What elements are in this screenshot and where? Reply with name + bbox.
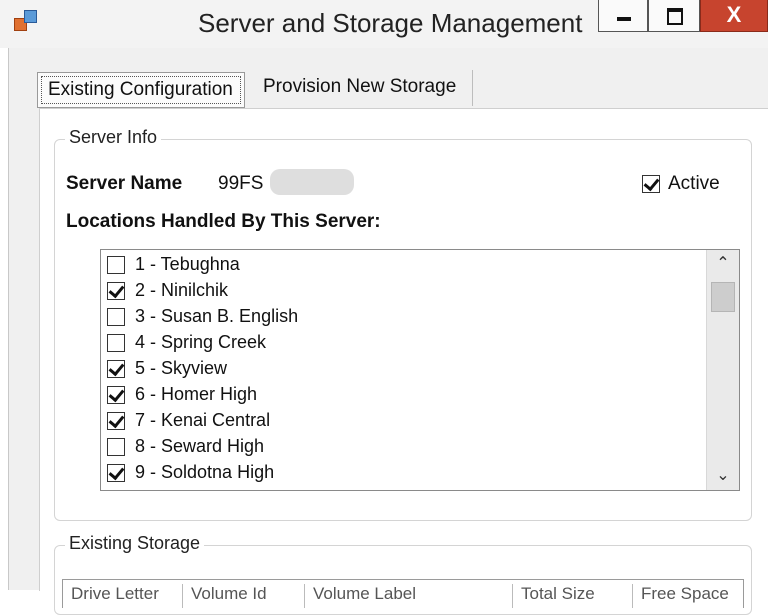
app-windows-icon[interactable] [14, 10, 38, 32]
window-title: Server and Storage Management [198, 8, 583, 38]
checkbox[interactable] [107, 281, 125, 300]
minimize-button[interactable] [598, 0, 648, 32]
checkbox[interactable] [107, 385, 125, 404]
list-item[interactable]: 3 - Susan B. English [107, 306, 298, 332]
column-header-free-space[interactable]: Free Space [633, 584, 743, 608]
list-item[interactable]: 5 - Skyview [107, 358, 227, 384]
active-checkbox[interactable]: Active [642, 173, 720, 195]
tab-label: Provision New Storage [263, 76, 457, 97]
checkbox[interactable] [107, 411, 125, 430]
checkbox[interactable] [107, 359, 125, 378]
group-title: Existing Storage [65, 533, 205, 554]
window-client-area: Existing Configuration Provision New Sto… [8, 48, 768, 615]
checkbox-checked[interactable] [642, 175, 660, 193]
server-name-label: Server Name [66, 173, 183, 194]
checkbox[interactable] [107, 333, 125, 352]
tab-existing-configuration[interactable]: Existing Configuration [37, 72, 245, 108]
tab-panel: Server Info Server Name 99FS Active Loca… [39, 108, 768, 615]
column-header-total-size[interactable]: Total Size [513, 584, 633, 608]
chevron-down-icon[interactable]: ⌄ [707, 462, 739, 490]
locations-listbox[interactable]: 1 - Tebughna 2 - Ninilchik 3 - Susan B. … [100, 249, 740, 491]
list-item[interactable]: 2 - Ninilchik [107, 280, 228, 306]
column-header-volume-label[interactable]: Volume Label [305, 584, 513, 608]
server-name-value: 99FS [218, 173, 264, 194]
maximize-icon [667, 8, 683, 25]
list-item[interactable]: 1 - Tebughna [107, 254, 240, 280]
title-bar: Server and Storage Management X [0, 0, 768, 48]
close-button[interactable]: X [700, 0, 768, 32]
minimize-icon [617, 17, 631, 21]
list-item[interactable]: 6 - Homer High [107, 384, 257, 410]
list-item[interactable]: 8 - Seward High [107, 436, 264, 462]
checkbox[interactable] [107, 437, 125, 456]
checkbox[interactable] [107, 463, 125, 482]
chevron-up-icon[interactable]: ⌃ [707, 250, 739, 278]
column-header-drive-letter[interactable]: Drive Letter [63, 584, 183, 608]
close-icon: X [726, 2, 742, 27]
tab-label: Existing Configuration [48, 79, 233, 100]
maximize-button[interactable] [648, 0, 700, 32]
checkbox[interactable] [107, 255, 125, 274]
redacted-server-name [270, 169, 354, 195]
tab-provision-new-storage[interactable]: Provision New Storage [247, 70, 473, 106]
list-item[interactable]: 4 - Spring Creek [107, 332, 266, 358]
list-item[interactable]: 9 - Soldotna High [107, 462, 274, 488]
group-title: Server Info [65, 127, 162, 148]
storage-grid-header: Drive Letter Volume Id Volume Label Tota… [62, 579, 744, 608]
locations-label: Locations Handled By This Server: [66, 211, 381, 232]
vertical-scrollbar[interactable]: ⌃ ⌄ [706, 250, 739, 490]
active-label: Active [668, 173, 720, 194]
checkbox[interactable] [107, 307, 125, 326]
list-item[interactable]: 7 - Kenai Central [107, 410, 270, 436]
scrollbar-thumb[interactable] [711, 282, 735, 312]
column-header-volume-id[interactable]: Volume Id [183, 584, 305, 608]
